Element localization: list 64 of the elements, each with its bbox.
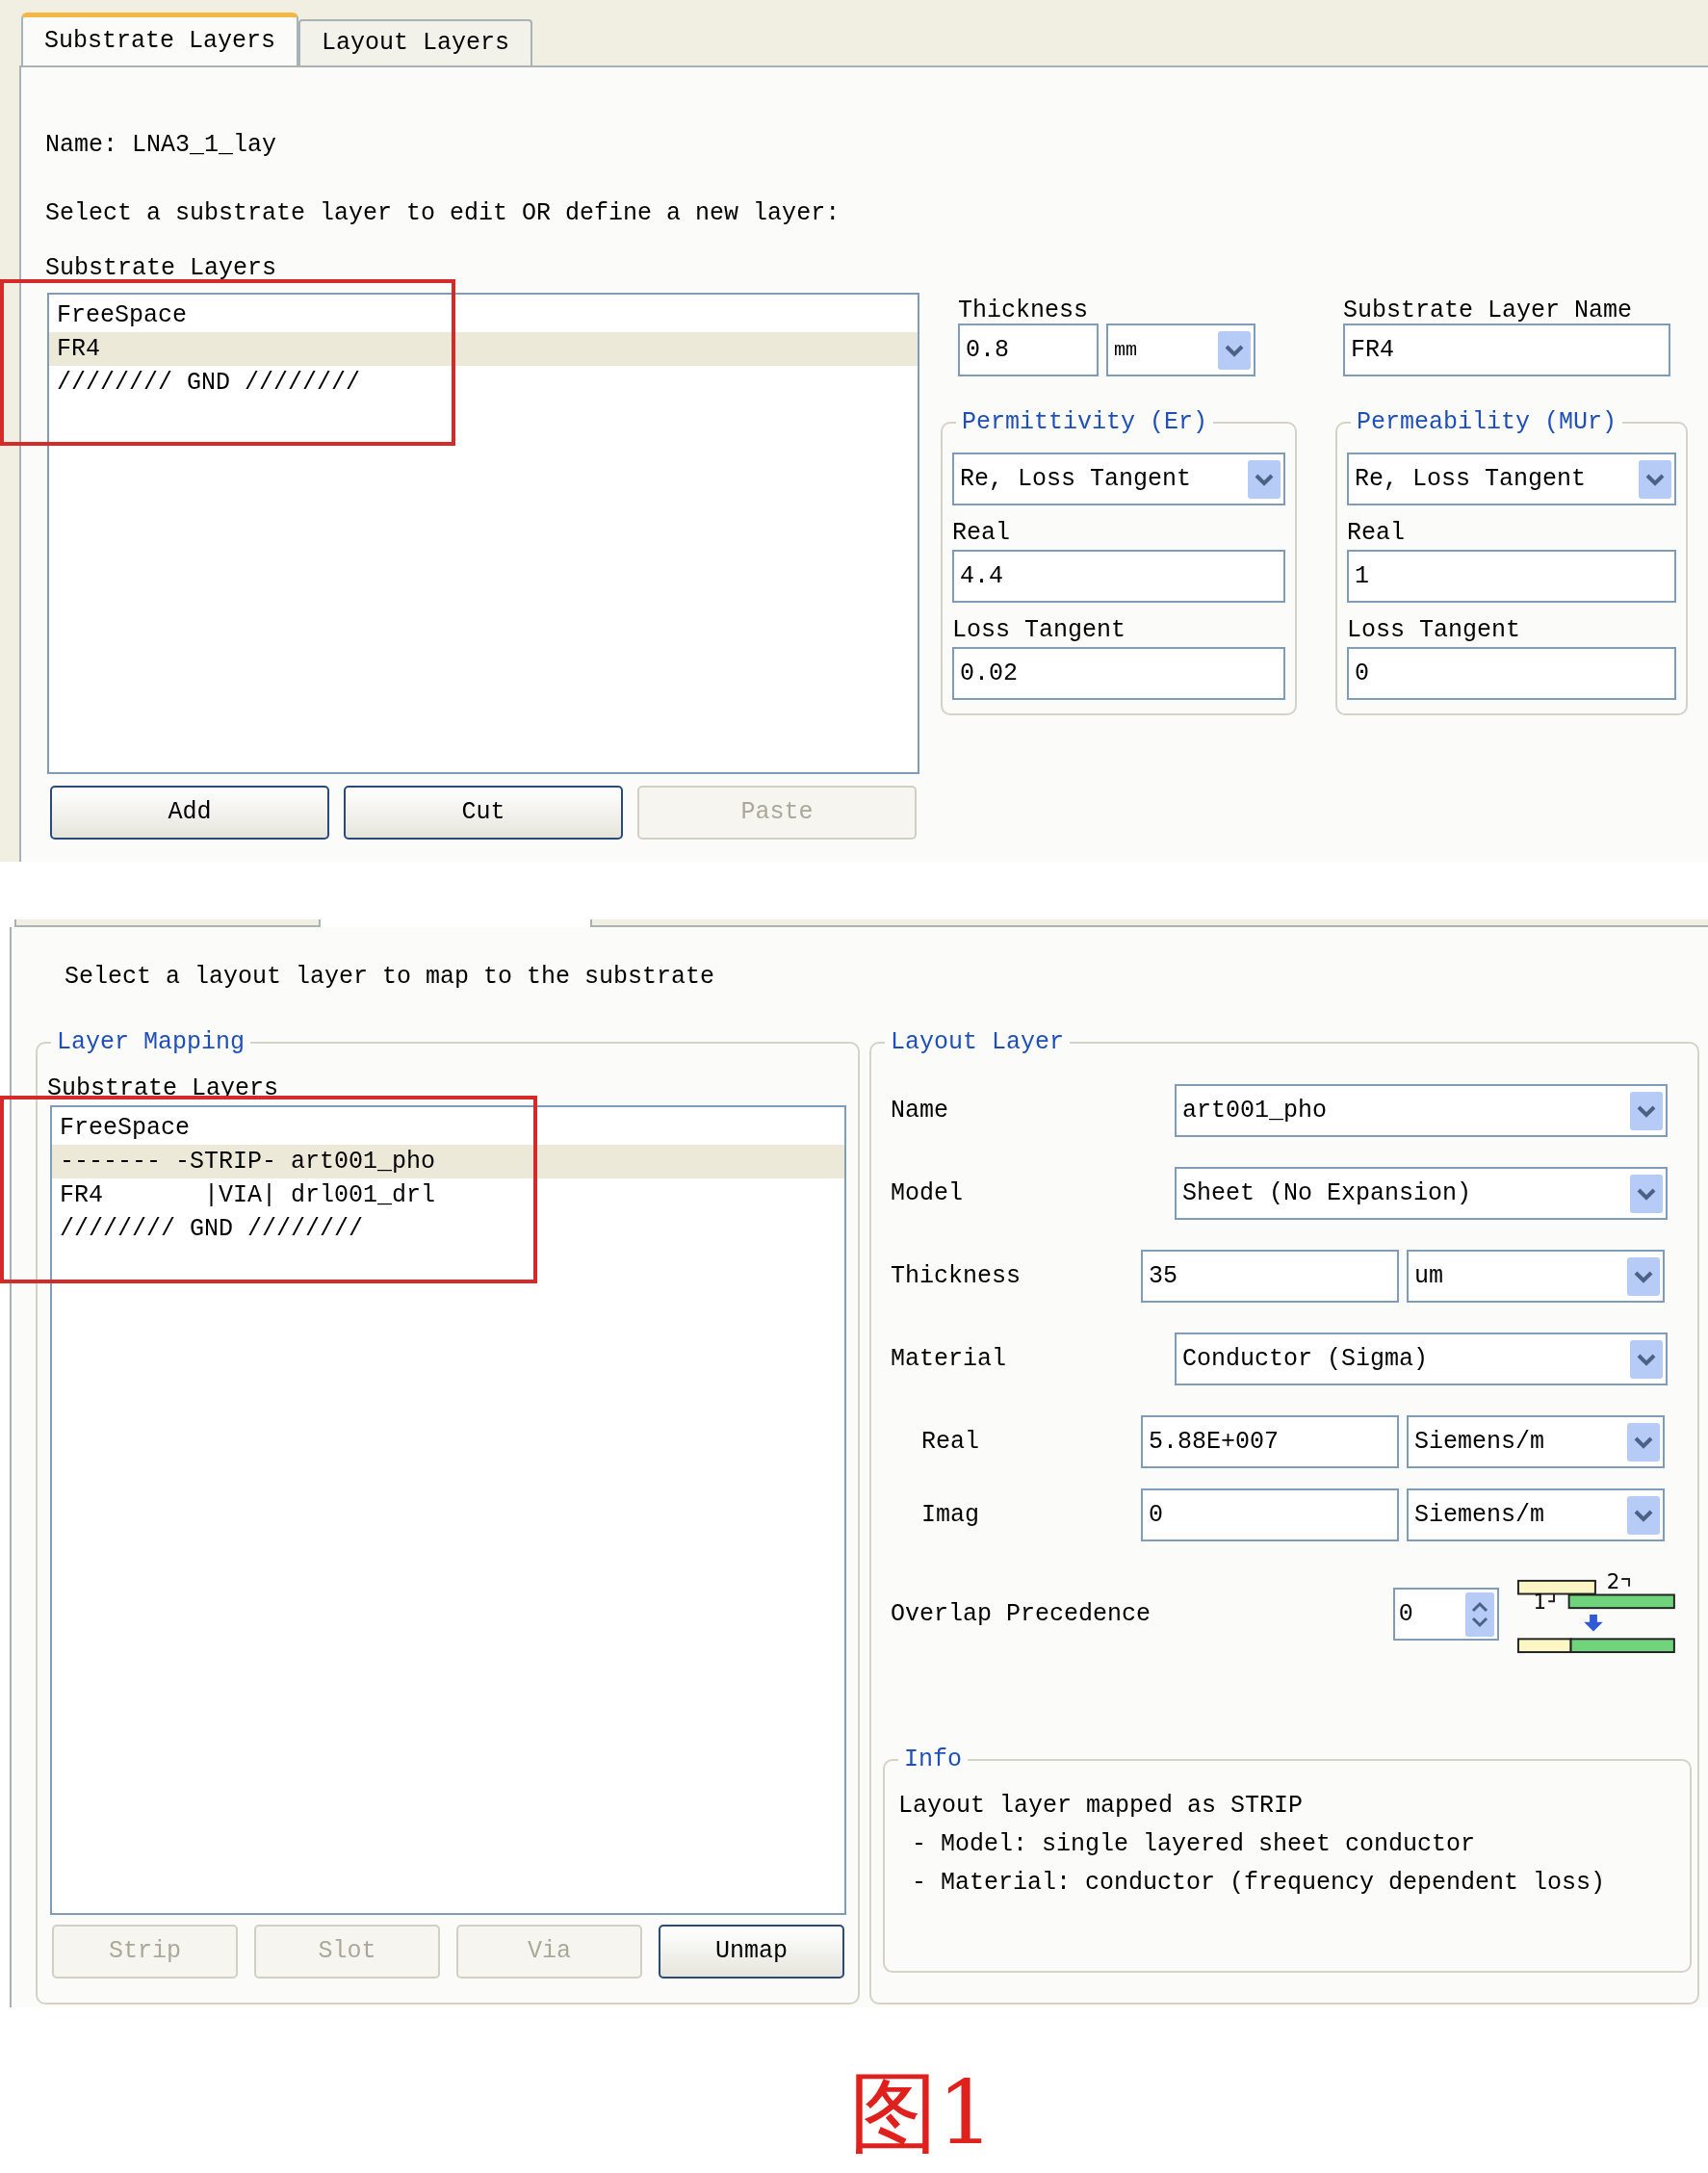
list-item[interactable]: //////// GND //////// (52, 1211, 844, 1246)
dropdown[interactable]: um (1407, 1250, 1665, 1303)
button[interactable]: Unmap (659, 1924, 844, 1979)
field-label: Real (952, 519, 1011, 548)
list-item[interactable]: FR4 (49, 332, 918, 366)
instruction-text: Select a layout layer to map to the substrate (65, 962, 716, 993)
input-field[interactable]: 4.4 (952, 550, 1285, 603)
dropdown[interactable]: Re, Loss Tangent (1347, 453, 1676, 505)
field-label: Real (1347, 519, 1406, 548)
chevron-down-icon (1248, 459, 1281, 499)
dropdown[interactable]: mm (1106, 323, 1255, 376)
field-label: Model (891, 1177, 964, 1209)
list-item[interactable]: ------- -STRIP- art001_pho (52, 1144, 844, 1178)
list-label: Substrate Layers (45, 254, 278, 283)
input-field[interactable]: 5.88E+007 (1141, 1415, 1399, 1468)
input-field[interactable]: 0 (1347, 647, 1676, 700)
tab[interactable]: Layout Layers (298, 19, 533, 65)
field-label: Real (920, 1426, 980, 1458)
spin-box[interactable]: 0 (1392, 1588, 1500, 1641)
field-label: Thickness (891, 1260, 1022, 1292)
list-label: Substrate Layers (47, 1073, 280, 1104)
dropdown[interactable]: Sheet (No Expansion) (1175, 1167, 1668, 1220)
field-label: Material (891, 1343, 1008, 1375)
field-label: Thickness (958, 296, 1090, 323)
input-field[interactable]: 0 (1141, 1488, 1399, 1541)
chevron-down-icon (1630, 1339, 1663, 1379)
spinner-arrows-icon[interactable] (1465, 1591, 1495, 1637)
dropdown[interactable]: Siemens/m (1407, 1488, 1665, 1541)
field-label: Loss Tangent (952, 616, 1127, 645)
list-item[interactable]: //////// GND //////// (49, 366, 918, 400)
info-text: - Model: single layered sheet conductor (911, 1828, 1477, 1860)
field-label: Loss Tangent (1347, 616, 1522, 645)
list-item[interactable]: FreeSpace (52, 1110, 844, 1145)
field-label: Substrate Layer Name (1343, 296, 1634, 323)
tab[interactable]: Substrate Layers (21, 13, 299, 65)
dropdown[interactable]: Conductor (Sigma) (1175, 1332, 1668, 1385)
chevron-down-icon (1639, 459, 1671, 499)
chevron-down-icon (1630, 1174, 1663, 1213)
field-label: Name (891, 1095, 949, 1126)
chevron-down-icon (1627, 1495, 1660, 1535)
button[interactable]: Add (50, 786, 329, 840)
input-field[interactable]: 1 (1347, 550, 1676, 603)
field-label: Overlap Precedence (891, 1598, 1152, 1630)
chevron-down-icon (1630, 1091, 1663, 1130)
input-field[interactable]: 0.02 (952, 647, 1285, 700)
dropdown[interactable]: Re, Loss Tangent (952, 453, 1285, 505)
list-item[interactable]: FR4 |VIA| drl001_drl (52, 1177, 844, 1212)
info-text: Layout layer mapped as STRIP (898, 1790, 1305, 1822)
info-text: - Material: conductor (frequency dependent loss) (911, 1867, 1607, 1899)
caption: 图1 (847, 2065, 996, 2161)
chevron-down-icon (1218, 330, 1251, 370)
dropdown[interactable]: art001_pho (1175, 1084, 1668, 1137)
input-field[interactable]: FR4 (1343, 323, 1670, 376)
chevron-down-icon (1627, 1256, 1660, 1296)
instruction-text: Select a substrate layer to edit OR define a new layer: (45, 197, 841, 229)
field-label: Imag (920, 1499, 980, 1531)
list-item[interactable]: FreeSpace (49, 298, 918, 332)
input-field[interactable]: 35 (1141, 1250, 1399, 1303)
name-label: Name: LNA3_1_lay (45, 130, 278, 161)
chevron-down-icon (1627, 1422, 1660, 1462)
button[interactable]: Cut (344, 786, 623, 840)
input-field[interactable]: 0.8 (958, 323, 1099, 376)
overlap-diagram: 2 1 (1516, 1568, 1678, 1660)
dropdown[interactable]: Siemens/m (1407, 1415, 1665, 1468)
